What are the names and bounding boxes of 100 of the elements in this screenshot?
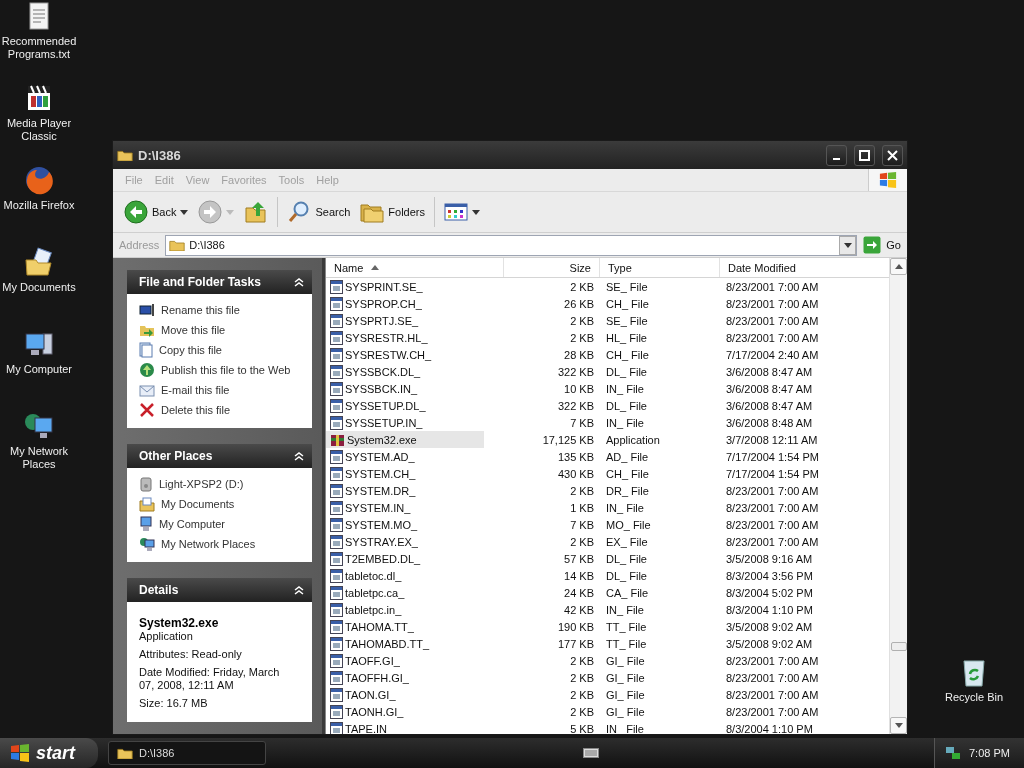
file-name-text: SYSTEM.MO_ [345, 518, 418, 531]
type-cell-text: DR_ File [605, 484, 650, 497]
task-link[interactable]: Delete this file [139, 402, 304, 418]
dropdown-button[interactable] [839, 235, 857, 255]
desktop-icon-label[interactable]: Recycle Bin [944, 691, 1004, 704]
keyboard-icon[interactable] [583, 747, 599, 759]
file-name-cell[interactable]: SYSSBCK.IN_ [326, 380, 484, 397]
file-icon [330, 704, 343, 719]
file-name-text: SYSPRINT.SE_ [345, 280, 423, 293]
task-link[interactable]: Publish this file to the Web [139, 362, 304, 378]
desktop-icon-label[interactable]: My Documents [2, 281, 76, 294]
desktop-icon-label[interactable]: My Network Places [0, 445, 78, 471]
column-header[interactable]: Type [600, 258, 720, 277]
file-name-cell[interactable]: System32.exe [326, 431, 484, 448]
maximize-button[interactable] [854, 144, 875, 166]
file-name-cell[interactable]: tabletoc.dl_ [326, 567, 484, 584]
desktop-icon-label[interactable]: Recommended Programs.txt [0, 35, 78, 61]
views-button[interactable] [441, 201, 483, 223]
type-cell-text: TT_ File [605, 637, 648, 650]
file-name-cell[interactable]: SYSSBCK.DL_ [326, 363, 484, 380]
scroll-thumb[interactable] [891, 642, 907, 651]
documents-folder-icon[interactable] [23, 246, 55, 278]
file-name-cell[interactable]: SYSTEM.IN_ [326, 499, 484, 516]
task-link[interactable]: My Documents [139, 496, 304, 512]
file-icon [330, 330, 343, 345]
size-cell-text: 2 KB [569, 688, 595, 701]
address-field[interactable]: D:\I386 [165, 234, 858, 256]
search-button[interactable]: Search [284, 198, 354, 226]
file-name-cell[interactable]: TAONH.GI_ [326, 703, 484, 720]
file-name-cell[interactable]: TAPE.IN_ [326, 720, 484, 734]
collapse-icon[interactable] [294, 451, 304, 461]
date-cell-text: 8/23/2001 7:00 AM [725, 331, 820, 344]
column-header[interactable]: Name [326, 258, 504, 277]
date-cell-text: 3/6/2008 8:48 AM [725, 416, 814, 429]
file-name-cell[interactable]: SYSTEM.MO_ [326, 516, 484, 533]
file-name-cell[interactable]: SYSTEM.DR_ [326, 482, 484, 499]
collapse-icon[interactable] [294, 277, 304, 287]
file-name-cell[interactable]: TAOFFH.GI_ [326, 669, 484, 686]
desktop-icon-label[interactable]: Mozilla Firefox [3, 199, 75, 212]
file-name-cell[interactable]: tabletpc.in_ [326, 601, 484, 618]
scroll-down-button[interactable] [890, 717, 907, 734]
minimize-button[interactable] [826, 144, 847, 166]
collapse-icon[interactable] [294, 585, 304, 595]
file-name-cell[interactable]: SYSRESTW.CH_ [326, 346, 484, 363]
task-link[interactable]: Copy this file [139, 342, 304, 358]
size-cell-text: 7 KB [569, 416, 595, 429]
task-link[interactable]: My Network Places [139, 536, 304, 552]
file-name-cell[interactable]: SYSPRINT.SE_ [326, 278, 484, 295]
file-name-cell[interactable]: SYSSETUP.DL_ [326, 397, 484, 414]
type-cell-text: IN_ File [605, 501, 645, 514]
start-button[interactable]: start [0, 738, 98, 768]
task-link[interactable]: E-mail this file [139, 382, 304, 398]
minimize-icon [833, 158, 840, 160]
package-icon [330, 432, 345, 447]
browser-icon[interactable] [23, 164, 55, 196]
close-button[interactable] [882, 144, 903, 166]
file-name-cell[interactable]: tabletpc.ca_ [326, 584, 484, 601]
file-name-cell[interactable]: SYSPROP.CH_ [326, 295, 484, 312]
task-link[interactable]: Move this file [139, 322, 304, 338]
taskbar-button[interactable]: D:\I386 [108, 741, 266, 765]
scrollbar[interactable] [889, 258, 907, 734]
file-name-cell[interactable]: SYSRESTR.HL_ [326, 329, 484, 346]
file-name-cell[interactable]: SYSPRTJ.SE_ [326, 312, 484, 329]
file-icon [330, 534, 343, 549]
task-link[interactable]: My Computer [139, 516, 304, 532]
desktop-icon-label[interactable]: My Computer [6, 363, 72, 376]
file-name-cell[interactable]: TAHOMABD.TT_ [326, 635, 484, 652]
task-link[interactable]: Rename this file [139, 302, 304, 318]
column-header[interactable]: Size [504, 258, 600, 277]
clock: 7:08 PM [969, 747, 1010, 759]
file-name-text: SYSTEM.IN_ [345, 501, 411, 514]
file-name-cell[interactable]: SYSTEM.AD_ [326, 448, 484, 465]
size-cell-text: 7 KB [569, 518, 595, 531]
window-title: D:\I386 [138, 147, 182, 163]
file-name-cell[interactable]: TAON.GI_ [326, 686, 484, 703]
file-name-cell[interactable]: TAOFF.GI_ [326, 652, 484, 669]
date-cell-text: 8/3/2004 3:56 PM [725, 569, 814, 582]
task-link[interactable]: Light-XPSP2 (D:) [139, 476, 304, 492]
file-icon [330, 636, 343, 651]
type-cell-text: MO_ File [605, 518, 652, 531]
file-name-text: tabletpc.ca_ [345, 586, 405, 599]
file-icon [330, 568, 343, 583]
file-name-cell[interactable]: T2EMBED.DL_ [326, 550, 484, 567]
file-name-cell[interactable]: SYSTRAY.EX_ [326, 533, 484, 550]
size-cell-text: 2 KB [569, 535, 595, 548]
desktop-icon-label[interactable]: Media Player Classic [0, 117, 78, 143]
scroll-up-button[interactable] [890, 258, 907, 275]
type-cell-text: SE_ File [605, 280, 649, 293]
file-name-cell[interactable]: SYSTEM.CH_ [326, 465, 484, 482]
file-icon [330, 687, 343, 702]
go-button[interactable]: Go [861, 236, 903, 254]
back-button[interactable]: Back [121, 198, 192, 226]
file-name: System32.exe [139, 616, 220, 630]
file-name-cell[interactable]: TAHOMA.TT_ [326, 618, 484, 635]
file-name-cell[interactable]: SYSSETUP.IN_ [326, 414, 484, 431]
folders-button[interactable]: Folders [357, 199, 428, 225]
date-cell-text: 8/23/2001 7:00 AM [725, 535, 820, 548]
network-tray-icon[interactable] [945, 745, 961, 761]
maximize-icon [859, 149, 870, 161]
date-cell-text: 8/23/2001 7:00 AM [725, 671, 820, 684]
